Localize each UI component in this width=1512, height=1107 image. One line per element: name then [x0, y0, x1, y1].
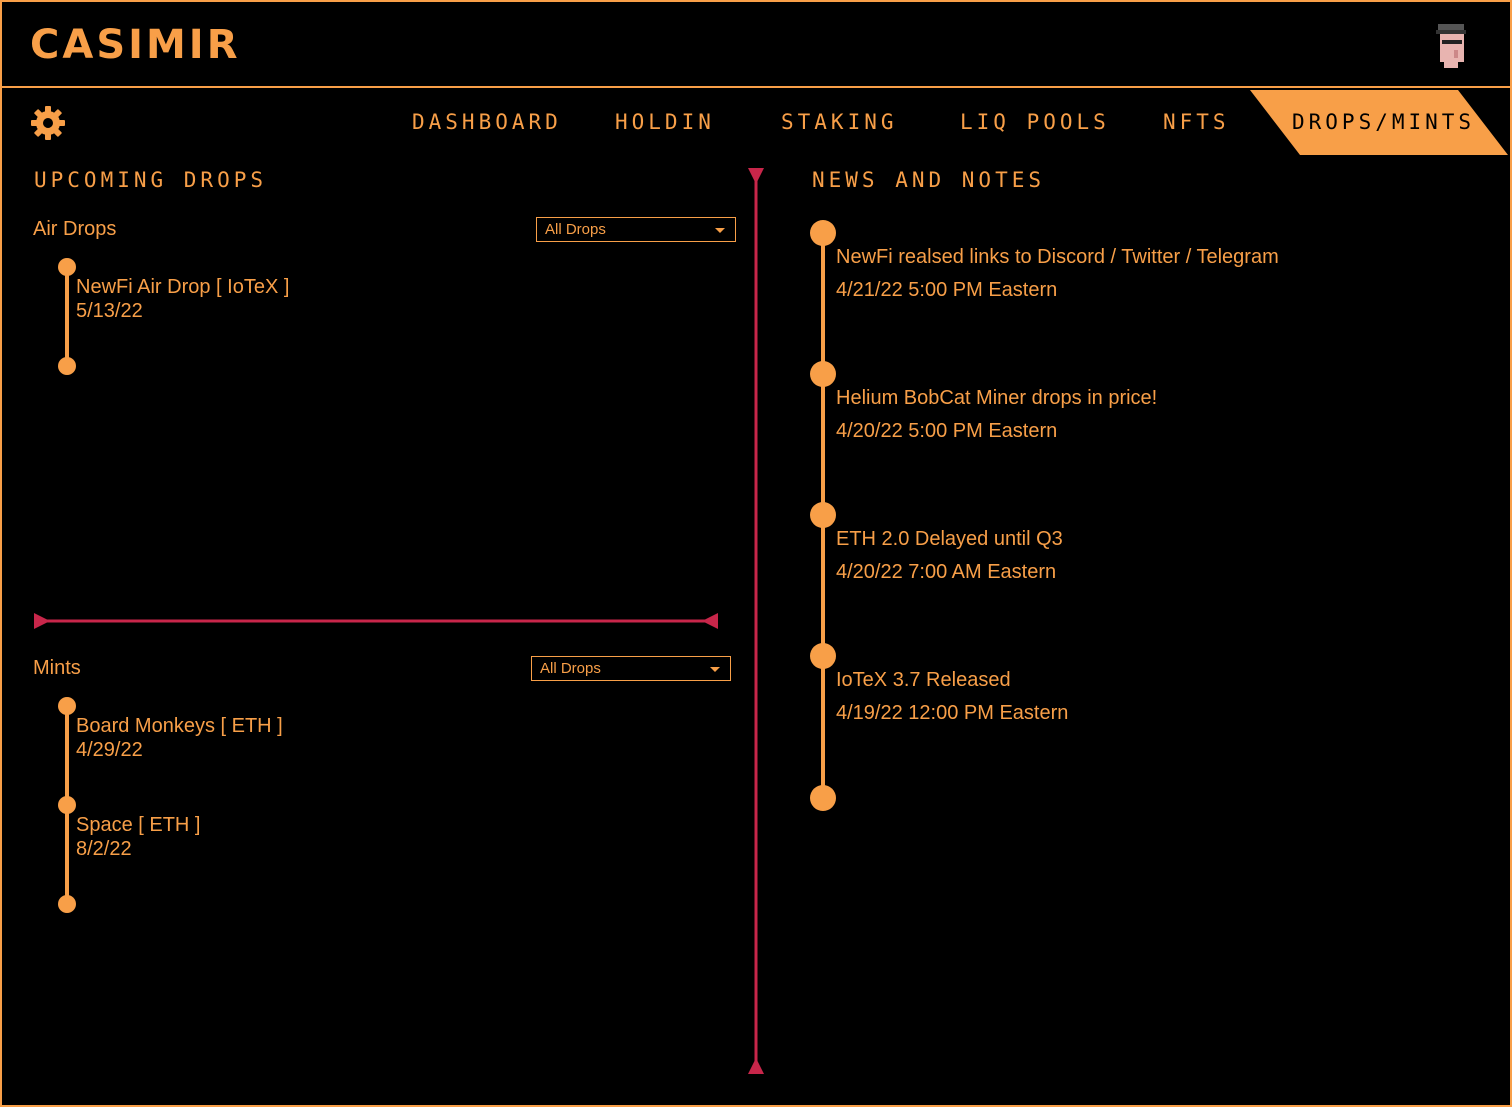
mint-item-date: 4/29/22 — [76, 739, 143, 761]
timeline-dot — [58, 357, 76, 375]
air-drops-label: Air Drops — [33, 218, 117, 240]
news-item-time: 4/19/22 12:00 PM Eastern — [836, 702, 1069, 724]
nav-tab-holdin[interactable]: HOLDIN — [615, 110, 715, 134]
nav-tab-liq-pools[interactable]: LIQ POOLS — [960, 110, 1110, 134]
news-item-headline[interactable]: NewFi realsed links to Discord / Twitter… — [836, 246, 1279, 269]
nav-tab-nfts[interactable]: NFTS — [1163, 110, 1230, 134]
air-drops-filter-select[interactable]: All Drops — [536, 217, 736, 242]
news-item-time: 4/20/22 5:00 PM Eastern — [836, 420, 1058, 442]
mints-label: Mints — [33, 657, 81, 679]
air-drops-filter-value: All Drops — [545, 221, 606, 238]
timeline-dot — [810, 785, 836, 811]
news-item-headline[interactable]: IoTeX 3.7 Released — [836, 669, 1011, 692]
airdrop-item-date: 5/13/22 — [76, 300, 143, 322]
nav-tab-drops-mints[interactable]: DROPS/MINTS — [1292, 110, 1475, 134]
mint-item-date: 8/2/22 — [76, 838, 132, 860]
news-item-headline[interactable]: Helium BobCat Miner drops in price! — [836, 387, 1157, 410]
chevron-down-icon — [710, 667, 720, 672]
timeline-dot — [58, 697, 76, 715]
user-avatar-icon[interactable] — [1414, 14, 1476, 76]
news-and-notes-title: NEWS AND NOTES — [812, 168, 1046, 192]
news-item-headline[interactable]: ETH 2.0 Delayed until Q3 — [836, 528, 1063, 551]
nav-tab-dashboard[interactable]: DASHBOARD — [412, 110, 562, 134]
vertical-divider[interactable] — [746, 166, 766, 1076]
horizontal-divider[interactable] — [32, 611, 720, 631]
timeline-dot — [58, 895, 76, 913]
timeline-dot — [58, 796, 76, 814]
mint-item-name[interactable]: Space [ ETH ] — [76, 814, 201, 837]
news-item-time: 4/20/22 7:00 AM Eastern — [836, 561, 1057, 583]
timeline-dot — [58, 258, 76, 276]
top-header: CASIMIR — [0, 0, 1512, 88]
timeline-dot — [810, 502, 836, 528]
mints-filter-value: All Drops — [540, 660, 601, 677]
timeline-dot — [810, 220, 836, 246]
mints-filter-select[interactable]: All Drops — [531, 656, 731, 681]
timeline-dot — [810, 361, 836, 387]
airdrops-timeline-line — [65, 266, 69, 366]
news-item-time: 4/21/22 5:00 PM Eastern — [836, 279, 1058, 301]
settings-gear-icon[interactable] — [30, 105, 66, 141]
nav-tab-staking[interactable]: STAKING — [781, 110, 898, 134]
mint-item-name[interactable]: Board Monkeys [ ETH ] — [76, 715, 283, 738]
timeline-dot — [810, 643, 836, 669]
app-logo[interactable]: CASIMIR — [30, 22, 241, 68]
airdrop-item-name[interactable]: NewFi Air Drop [ IoTeX ] — [76, 276, 289, 299]
chevron-down-icon — [715, 228, 725, 233]
upcoming-drops-title: UPCOMING DROPS — [34, 168, 268, 192]
